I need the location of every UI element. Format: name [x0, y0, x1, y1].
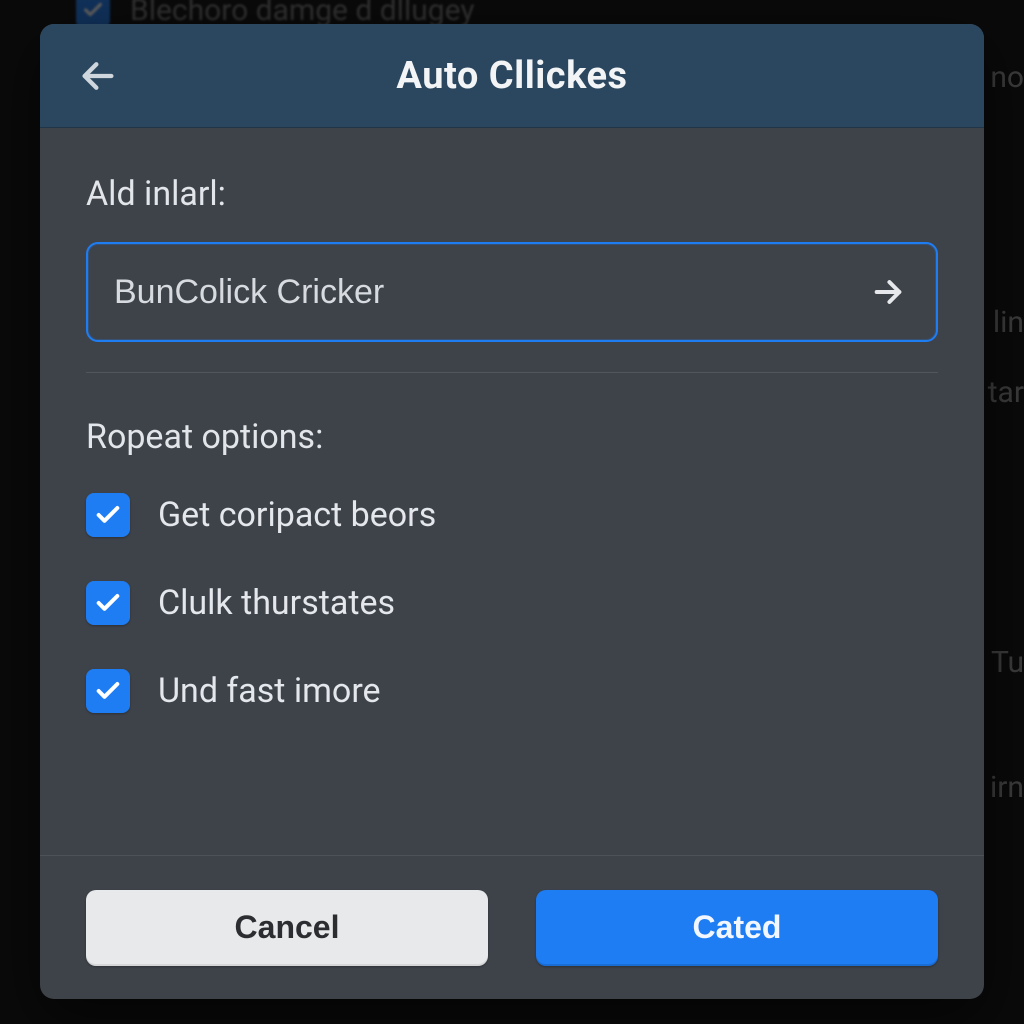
- check-icon: [94, 589, 122, 617]
- bg-fragment: Tu: [991, 645, 1024, 680]
- option-checkbox-0[interactable]: [86, 493, 130, 537]
- option-row-0: Get coripact beors: [86, 493, 938, 537]
- divider: [86, 372, 938, 373]
- bg-fragment: no: [990, 60, 1024, 95]
- bg-fragment: irn: [990, 770, 1024, 805]
- option-checkbox-2[interactable]: [86, 669, 130, 713]
- options-section-label: Ropeat options:: [86, 417, 938, 457]
- option-checkbox-1[interactable]: [86, 581, 130, 625]
- auto-clickers-modal: Auto Cllickes Ald inlarl: Ropeat options…: [40, 24, 984, 999]
- option-label-2: Und fast imore: [158, 671, 381, 711]
- modal-body: Ald inlarl: Ropeat options: Get coripact…: [40, 128, 984, 855]
- name-input-container[interactable]: [86, 242, 938, 342]
- bg-fragment: lin: [993, 305, 1024, 340]
- name-input[interactable]: [114, 273, 866, 312]
- bg-checkbox: [76, 0, 110, 27]
- input-go-button[interactable]: [866, 270, 910, 314]
- check-icon: [94, 677, 122, 705]
- arrow-right-icon: [871, 275, 905, 309]
- option-label-1: Clulk thurstates: [158, 583, 395, 623]
- modal-title: Auto Cllickes: [40, 54, 984, 98]
- modal-footer: Cancel Cated: [40, 855, 984, 999]
- confirm-button[interactable]: Cated: [536, 890, 938, 966]
- arrow-left-icon: [78, 56, 118, 96]
- cancel-button[interactable]: Cancel: [86, 890, 488, 966]
- check-icon: [94, 501, 122, 529]
- option-row-1: Clulk thurstates: [86, 581, 938, 625]
- bg-fragment: tar: [988, 375, 1024, 410]
- back-button[interactable]: [70, 48, 126, 104]
- option-row-2: Und fast imore: [86, 669, 938, 713]
- modal-header: Auto Cllickes: [40, 24, 984, 128]
- option-label-0: Get coripact beors: [158, 495, 436, 535]
- input-field-label: Ald inlarl:: [86, 174, 938, 214]
